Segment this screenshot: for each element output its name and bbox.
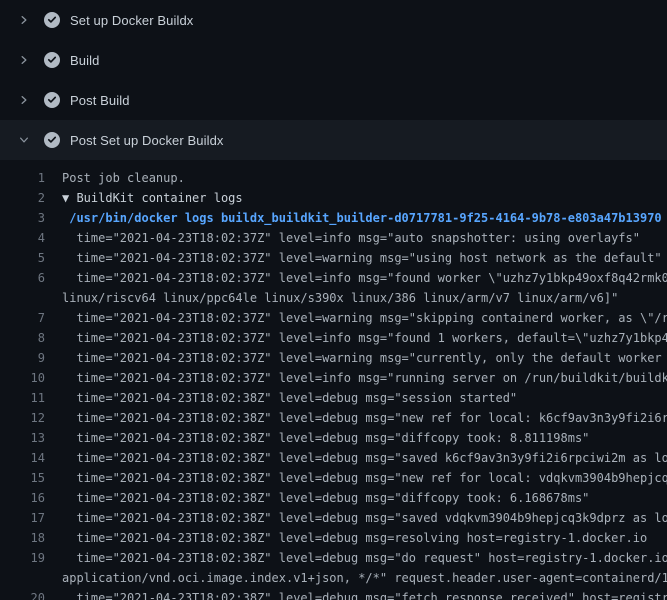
- log-line-number[interactable]: 15: [0, 468, 45, 488]
- log-group-row[interactable]: 2▼ BuildKit container logs: [0, 188, 667, 208]
- log-line-number[interactable]: 6: [0, 268, 45, 288]
- log-line-text: time="2021-04-23T18:02:38Z" level=debug …: [45, 488, 589, 508]
- log-line-text: Post job cleanup.: [45, 168, 185, 188]
- log-line-text: application/vnd.oci.image.index.v1+json,…: [45, 568, 667, 588]
- log-line: 11 time="2021-04-23T18:02:38Z" level=deb…: [0, 388, 667, 408]
- section-header-build[interactable]: Build: [0, 40, 667, 80]
- log-line-number[interactable]: 20: [0, 588, 45, 600]
- log-line-text: linux/riscv64 linux/ppc64le linux/s390x …: [45, 288, 618, 308]
- log-line-text: time="2021-04-23T18:02:37Z" level=info m…: [45, 368, 667, 388]
- log-line-number[interactable]: 14: [0, 448, 45, 468]
- log-line-number[interactable]: 7: [0, 308, 45, 328]
- section-title: Post Build: [70, 93, 130, 108]
- log-line-number: [0, 288, 45, 308]
- log-line-text: time="2021-04-23T18:02:37Z" level=warnin…: [45, 348, 667, 368]
- section-title: Set up Docker Buildx: [70, 13, 193, 28]
- log-line-text: time="2021-04-23T18:02:38Z" level=debug …: [45, 428, 589, 448]
- log-line-number[interactable]: 13: [0, 428, 45, 448]
- log-line: 3 /usr/bin/docker logs buildx_buildkit_b…: [0, 208, 667, 228]
- log-line: 19 time="2021-04-23T18:02:38Z" level=deb…: [0, 548, 667, 568]
- log-line-text: time="2021-04-23T18:02:37Z" level=warnin…: [45, 308, 667, 328]
- log-line: 15 time="2021-04-23T18:02:38Z" level=deb…: [0, 468, 667, 488]
- log-line-text: time="2021-04-23T18:02:38Z" level=debug …: [45, 408, 667, 428]
- log-line: 7 time="2021-04-23T18:02:37Z" level=warn…: [0, 308, 667, 328]
- log-line-number[interactable]: 17: [0, 508, 45, 528]
- log-line: 5 time="2021-04-23T18:02:37Z" level=warn…: [0, 248, 667, 268]
- log-line-number[interactable]: 18: [0, 528, 45, 548]
- log-line: 16 time="2021-04-23T18:02:38Z" level=deb…: [0, 488, 667, 508]
- log-line: 6 time="2021-04-23T18:02:37Z" level=info…: [0, 268, 667, 288]
- log-line-text: time="2021-04-23T18:02:37Z" level=info m…: [45, 228, 640, 248]
- log-line: 13 time="2021-04-23T18:02:38Z" level=deb…: [0, 428, 667, 448]
- log-line-text: time="2021-04-23T18:02:38Z" level=debug …: [45, 468, 667, 488]
- section-title: Build: [70, 53, 99, 68]
- log-line-text: time="2021-04-23T18:02:38Z" level=debug …: [45, 528, 647, 548]
- log-line-text: time="2021-04-23T18:02:38Z" level=debug …: [45, 508, 667, 528]
- log-line: 8 time="2021-04-23T18:02:37Z" level=info…: [0, 328, 667, 348]
- log-line-continuation: application/vnd.oci.image.index.v1+json,…: [0, 568, 667, 588]
- log-line: 20 time="2021-04-23T18:02:38Z" level=deb…: [0, 588, 667, 600]
- log-command-text: /usr/bin/docker logs buildx_buildkit_bui…: [45, 208, 662, 228]
- log-line: 14 time="2021-04-23T18:02:38Z" level=deb…: [0, 448, 667, 468]
- log-line-number[interactable]: 5: [0, 248, 45, 268]
- section-header-post-build[interactable]: Post Build: [0, 80, 667, 120]
- log-line: 10 time="2021-04-23T18:02:37Z" level=inf…: [0, 368, 667, 388]
- log-line: 9 time="2021-04-23T18:02:37Z" level=warn…: [0, 348, 667, 368]
- log-line-text: time="2021-04-23T18:02:38Z" level=debug …: [45, 388, 517, 408]
- log-line-number[interactable]: 19: [0, 548, 45, 568]
- log-line-text: time="2021-04-23T18:02:37Z" level=info m…: [45, 328, 667, 348]
- chevron-right-icon[interactable]: [16, 92, 32, 108]
- check-circle-icon: [44, 92, 60, 108]
- log-line-text: time="2021-04-23T18:02:37Z" level=warnin…: [45, 248, 662, 268]
- log-line-number[interactable]: 8: [0, 328, 45, 348]
- log-viewer: 1Post job cleanup.2▼ BuildKit container …: [0, 160, 667, 600]
- log-line-continuation: linux/riscv64 linux/ppc64le linux/s390x …: [0, 288, 667, 308]
- log-line: 12 time="2021-04-23T18:02:38Z" level=deb…: [0, 408, 667, 428]
- log-line-number: [0, 568, 45, 588]
- chevron-right-icon[interactable]: [16, 12, 32, 28]
- log-line: 4 time="2021-04-23T18:02:37Z" level=info…: [0, 228, 667, 248]
- log-line-text: time="2021-04-23T18:02:38Z" level=debug …: [45, 448, 667, 468]
- section-header-post-set-up-docker-buildx[interactable]: Post Set up Docker Buildx: [0, 120, 667, 160]
- chevron-down-icon[interactable]: [16, 132, 32, 148]
- chevron-right-icon[interactable]: [16, 52, 32, 68]
- log-line-number[interactable]: 11: [0, 388, 45, 408]
- step-list: Set up Docker Buildx Build Post Build Post …: [0, 0, 667, 160]
- log-line-number[interactable]: 12: [0, 408, 45, 428]
- log-line-text: time="2021-04-23T18:02:37Z" level=info m…: [45, 268, 667, 288]
- check-circle-icon: [44, 132, 60, 148]
- section-header-set-up-docker-buildx[interactable]: Set up Docker Buildx: [0, 0, 667, 40]
- log-line-number[interactable]: 9: [0, 348, 45, 368]
- section-title: Post Set up Docker Buildx: [70, 133, 224, 148]
- log-line-text: time="2021-04-23T18:02:38Z" level=debug …: [45, 548, 667, 568]
- log-line: 17 time="2021-04-23T18:02:38Z" level=deb…: [0, 508, 667, 528]
- log-line: 1Post job cleanup.: [0, 168, 667, 188]
- log-line-text: time="2021-04-23T18:02:38Z" level=debug …: [45, 588, 667, 600]
- log-line-number[interactable]: 16: [0, 488, 45, 508]
- log-line-number[interactable]: 2: [0, 188, 45, 208]
- log-line-text: ▼ BuildKit container logs: [45, 188, 243, 208]
- log-line-number[interactable]: 4: [0, 228, 45, 248]
- log-line-number[interactable]: 10: [0, 368, 45, 388]
- check-circle-icon: [44, 52, 60, 68]
- log-line-number[interactable]: 3: [0, 208, 45, 228]
- log-line: 18 time="2021-04-23T18:02:38Z" level=deb…: [0, 528, 667, 548]
- check-circle-icon: [44, 12, 60, 28]
- log-line-number[interactable]: 1: [0, 168, 45, 188]
